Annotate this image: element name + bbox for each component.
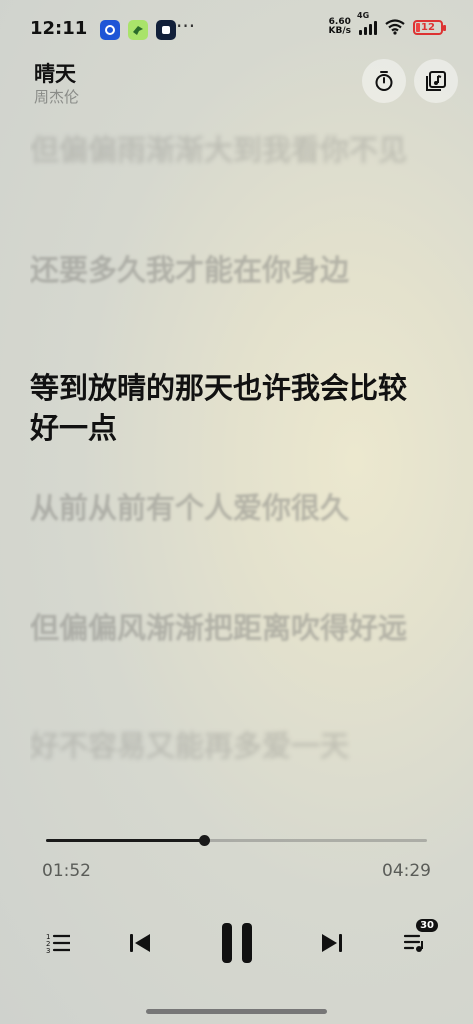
timer-icon xyxy=(375,71,393,91)
home-indicator[interactable] xyxy=(146,1009,327,1014)
lyric-line[interactable]: 但偏偏雨渐渐大到我看你不见 xyxy=(30,130,410,170)
status-right: 6.60 KB/s 4G 12 xyxy=(329,11,446,36)
more-notifications-icon: ··· xyxy=(176,14,196,38)
net-speed: 6.60 KB/s xyxy=(329,18,351,36)
lyric-line[interactable]: 好不容易又能再多爱一天 xyxy=(30,726,410,766)
music-library-icon xyxy=(426,71,446,91)
play-queue-button[interactable]: 30 xyxy=(402,919,438,957)
queue-count-badge: 30 xyxy=(416,919,438,932)
next-button[interactable] xyxy=(318,929,346,957)
numbered-list-icon: 1 2 3 xyxy=(46,933,70,954)
app-square-icon xyxy=(156,20,176,40)
playlist-music-button[interactable] xyxy=(414,59,458,103)
progress-knob[interactable] xyxy=(199,835,211,846)
app-notification-icon xyxy=(100,20,120,40)
skip-next-icon xyxy=(322,934,342,952)
battery-level: 12 xyxy=(421,21,435,33)
pause-button[interactable] xyxy=(214,920,260,966)
battery-icon: 12 xyxy=(413,19,446,35)
song-artist[interactable]: 周杰伦 xyxy=(34,86,79,107)
lyric-line-current[interactable]: 等到放晴的那天也许我会比较好一点 xyxy=(30,368,410,448)
queue-icon xyxy=(404,934,423,952)
lyrics-toggle-button[interactable]: 1 2 3 xyxy=(44,929,72,957)
lyric-line[interactable]: 从前从前有个人爱你很久 xyxy=(30,488,410,528)
notification-icons xyxy=(100,20,176,40)
previous-button[interactable] xyxy=(126,929,154,957)
status-bar: 12:11 ··· 6.60 KB/s 4G 12 xyxy=(0,0,473,58)
signal-label: 4G xyxy=(357,11,370,20)
lyrics-view[interactable]: 但偏偏雨渐渐大到我看你不见 还要多久我才能在你身边 等到放晴的那天也许我会比较好… xyxy=(30,120,430,820)
app-bird-icon xyxy=(128,20,148,40)
status-time: 12:11 xyxy=(30,18,88,39)
total-time: 04:29 xyxy=(382,861,431,881)
skip-previous-icon xyxy=(130,934,150,952)
elapsed-time: 01:52 xyxy=(42,861,91,881)
sleep-timer-button[interactable] xyxy=(362,59,406,103)
net-speed-unit: KB/s xyxy=(328,26,351,36)
song-title: 晴天 xyxy=(34,62,76,86)
progress-fill xyxy=(46,839,205,842)
pause-icon xyxy=(222,923,252,963)
svg-text:3: 3 xyxy=(46,947,50,954)
signal-icon: 4G xyxy=(357,11,377,35)
lyric-line[interactable]: 还要多久我才能在你身边 xyxy=(30,250,410,290)
lyric-line[interactable]: 但偏偏风渐渐把距离吹得好远 xyxy=(30,608,410,648)
wifi-icon xyxy=(385,19,405,35)
progress-slider[interactable] xyxy=(46,834,427,848)
